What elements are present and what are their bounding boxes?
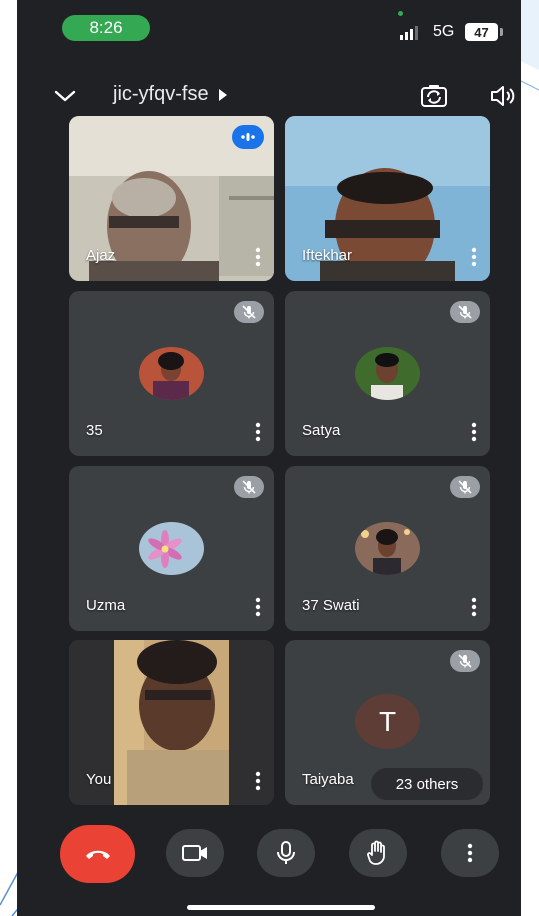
participant-name: Uzma <box>86 597 126 614</box>
participant-tile-iftekhar[interactable]: Iftekhar <box>285 116 490 281</box>
participant-photo <box>355 347 420 400</box>
participant-tile-uzma[interactable]: Uzma <box>69 466 274 631</box>
more-vert-icon <box>467 843 473 863</box>
mic-off-badge <box>234 476 264 498</box>
camera-icon <box>182 845 207 861</box>
speaker-icon[interactable] <box>489 83 515 109</box>
participant-tile-ajaz[interactable]: Ajaz <box>69 116 274 281</box>
participant-photo <box>139 522 204 575</box>
network-label: 5G <box>433 23 455 40</box>
participant-photo <box>139 347 204 400</box>
participant-tile-swati[interactable]: 37 Swati <box>285 466 490 631</box>
battery-indicator: 47 <box>465 23 498 41</box>
more-options-button[interactable] <box>441 829 499 877</box>
clock-pill: 8:26 <box>62 15 150 41</box>
meet-screen: 8:26 5G 47 jic-yfqv-fse Ajaz Iftekhar 35… <box>17 0 521 916</box>
participant-name: Ajaz <box>86 247 116 264</box>
signal-icon <box>400 26 418 40</box>
more-vert-icon[interactable] <box>466 596 482 618</box>
mic-off-badge <box>450 476 480 498</box>
battery-level: 47 <box>474 24 489 40</box>
meeting-code: jic-yfqv-fse <box>113 83 209 105</box>
more-vert-icon[interactable] <box>250 421 266 443</box>
mic-off-badge <box>450 301 480 323</box>
meeting-info-button[interactable]: jic-yfqv-fse <box>113 83 227 106</box>
caret-right-icon <box>218 88 227 101</box>
privacy-indicator <box>398 11 403 16</box>
participant-photo <box>355 522 420 575</box>
mic-off-badge <box>234 301 264 323</box>
participant-tile-satya[interactable]: Satya <box>285 291 490 456</box>
participant-name: 35 <box>86 422 103 439</box>
raise-hand-icon <box>367 840 385 865</box>
participant-name: Satya <box>302 422 341 439</box>
participant-tile-you[interactable]: You <box>69 640 274 805</box>
microphone-toggle-button[interactable] <box>257 829 315 877</box>
participant-tile-35[interactable]: 35 <box>69 291 274 456</box>
chevron-down-icon[interactable] <box>53 84 77 108</box>
battery-tip <box>500 28 503 36</box>
participant-name: You <box>86 771 112 788</box>
more-vert-icon[interactable] <box>250 246 266 268</box>
participant-initial-avatar: T <box>355 694 420 749</box>
status-time: 8:26 <box>89 18 123 37</box>
end-call-icon <box>85 850 110 859</box>
participant-tile-taiyaba[interactable]: T Taiyaba 23 others <box>285 640 490 805</box>
speaking-indicator <box>232 125 264 149</box>
participant-name: 37 Swati <box>302 597 360 614</box>
more-vert-icon[interactable] <box>466 246 482 268</box>
mic-off-badge <box>450 650 480 672</box>
camera-flip-icon[interactable] <box>420 82 448 110</box>
end-call-button[interactable] <box>60 825 135 883</box>
participant-name: Iftekhar <box>302 247 353 264</box>
camera-toggle-button[interactable] <box>166 829 224 877</box>
microphone-icon <box>277 841 295 864</box>
raise-hand-button[interactable] <box>349 829 407 877</box>
more-vert-icon[interactable] <box>250 596 266 618</box>
more-vert-icon[interactable] <box>466 421 482 443</box>
others-count-button[interactable]: 23 others <box>371 768 483 800</box>
more-vert-icon[interactable] <box>250 770 266 792</box>
participant-name: Taiyaba <box>302 771 354 788</box>
home-indicator[interactable] <box>187 905 375 910</box>
